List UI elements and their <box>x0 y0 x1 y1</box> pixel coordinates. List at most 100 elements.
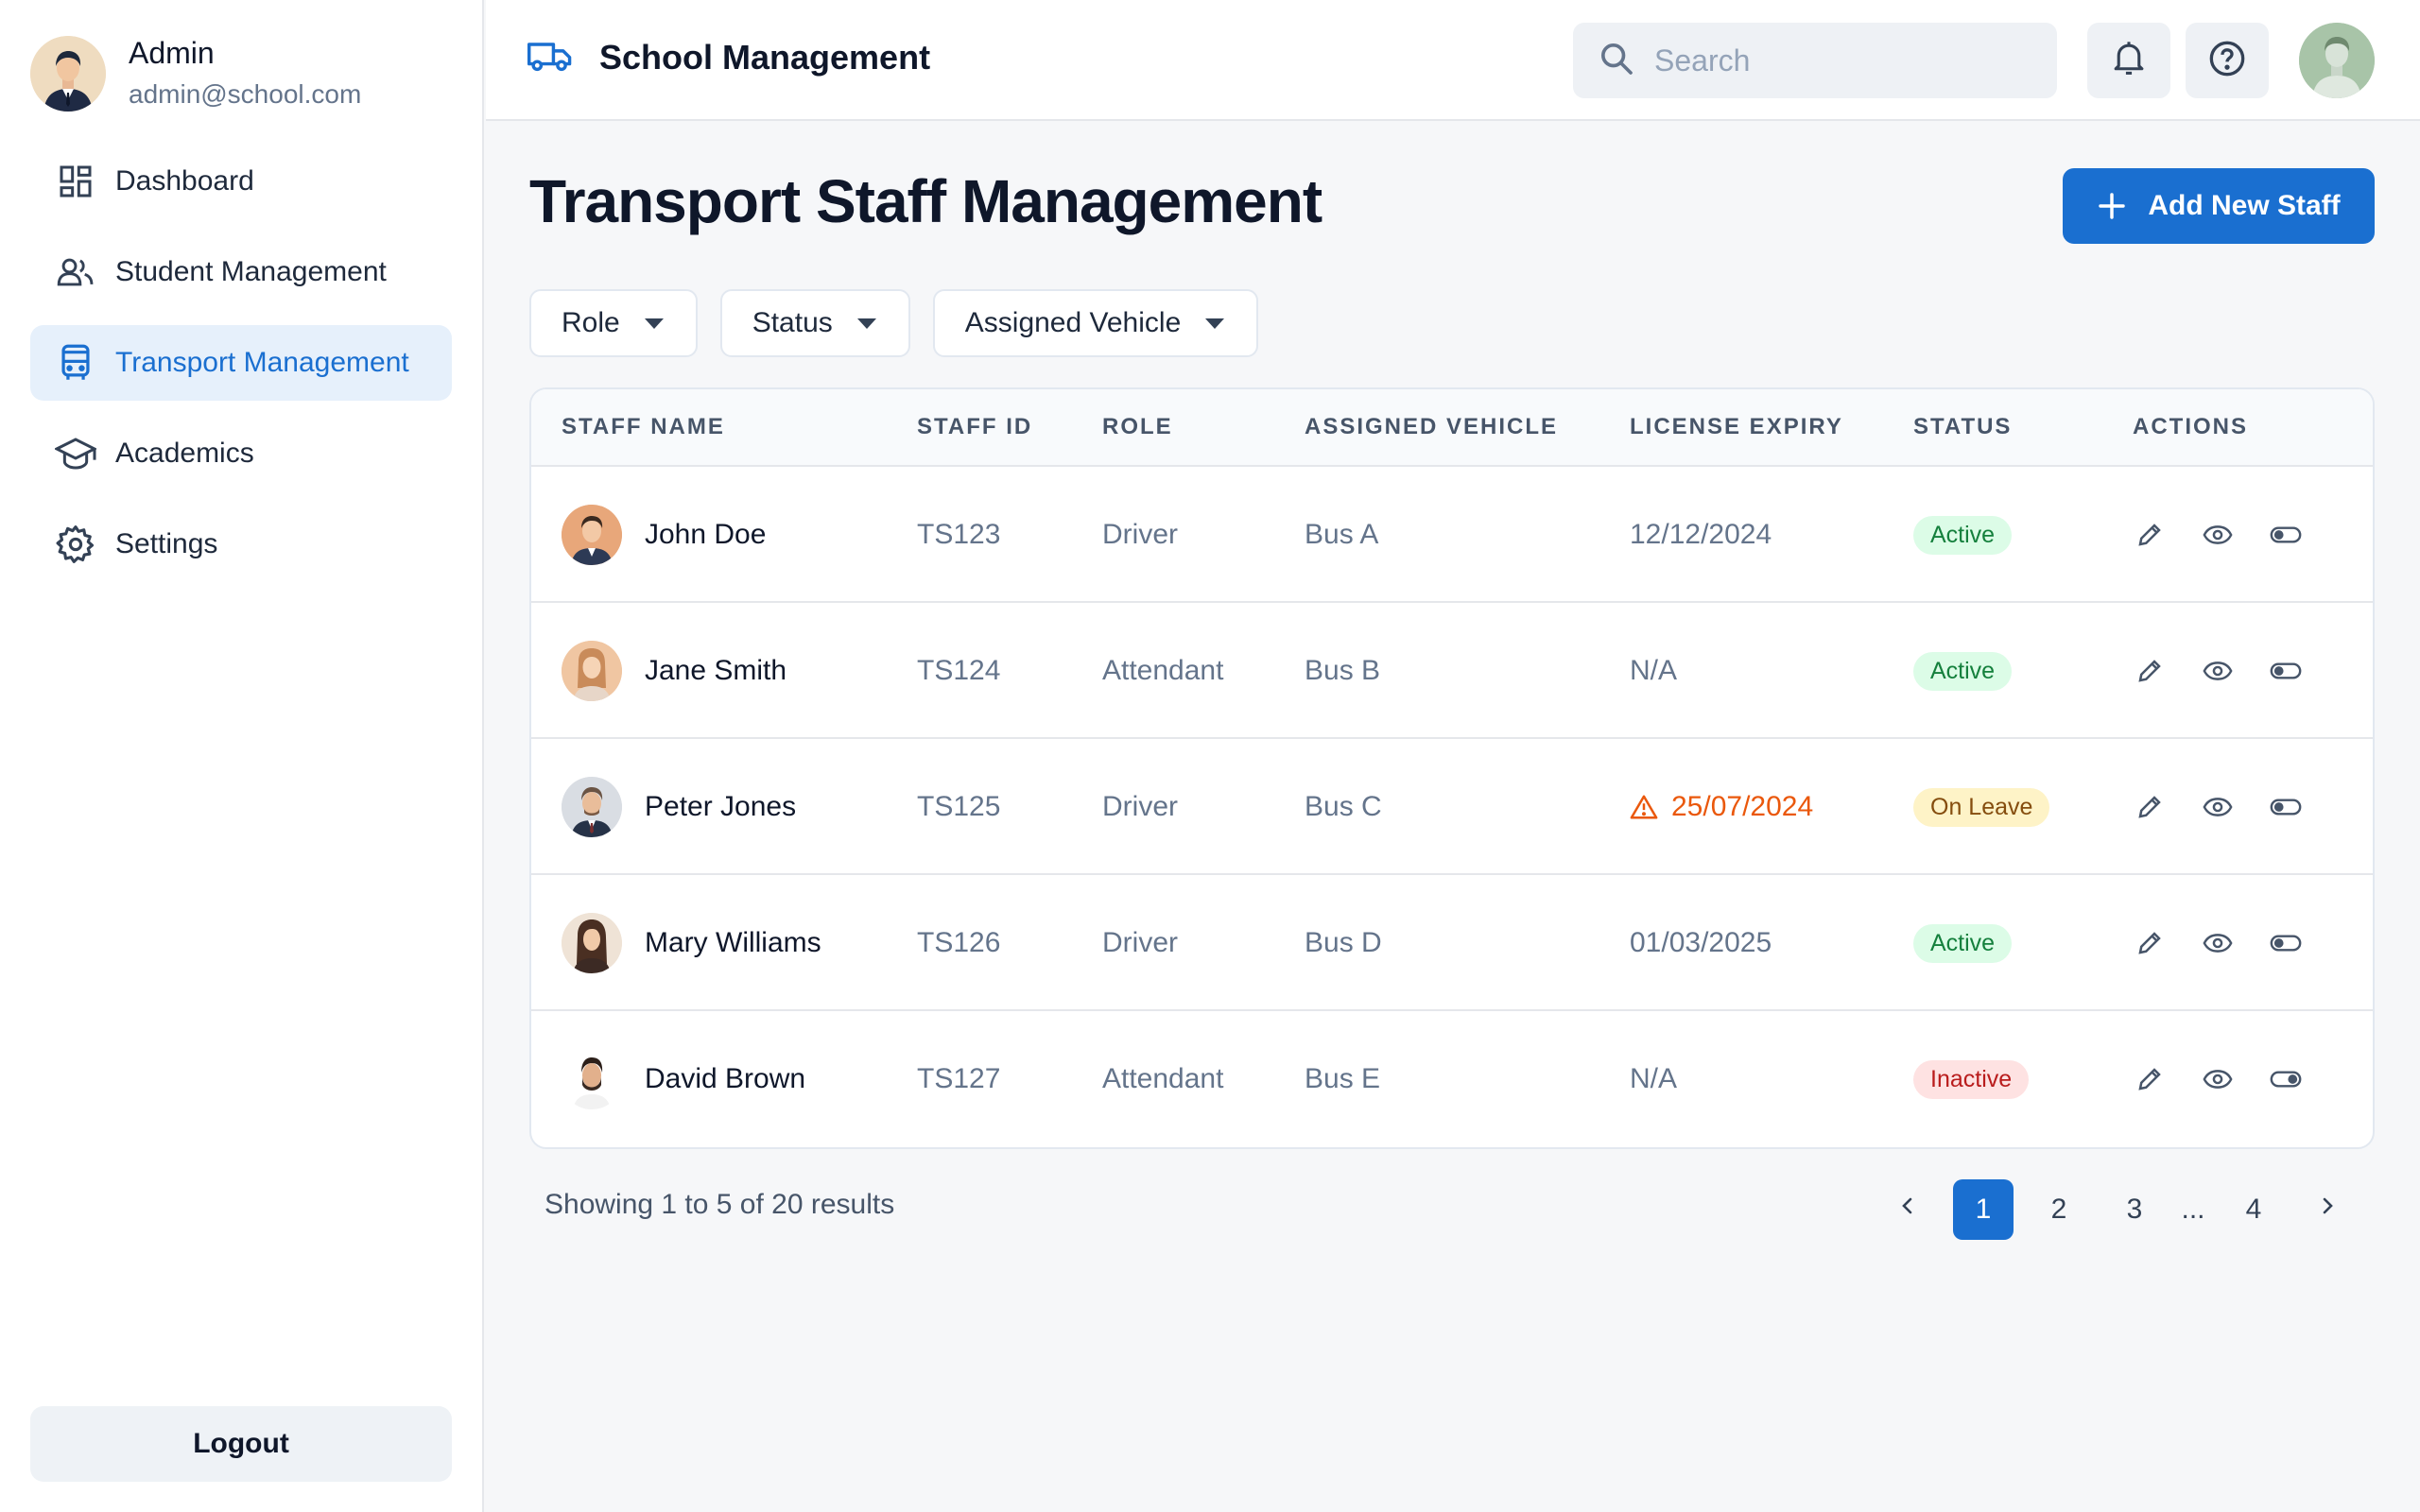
edit-icon[interactable] <box>2133 518 2167 552</box>
sidebar-item-label: Transport Management <box>115 347 409 378</box>
sidebar-item-label: Student Management <box>115 256 387 287</box>
toggle-icon[interactable] <box>2269 1062 2303 1096</box>
staff-avatar <box>562 1049 622 1109</box>
toggle-icon[interactable] <box>2269 518 2303 552</box>
sidebar: Admin admin@school.com Dashboard Student… <box>0 0 484 1512</box>
search-box <box>1573 23 2057 98</box>
admin-email: admin@school.com <box>129 79 362 109</box>
sidebar-item-academics[interactable]: Academics <box>30 416 452 491</box>
filter-bar: Role Status Assigned Vehicle <box>529 289 1281 357</box>
assigned-vehicle-filter[interactable]: Assigned Vehicle <box>932 289 1259 357</box>
admin-name: Admin <box>129 36 215 70</box>
staff-id: TS127 <box>917 1063 1001 1094</box>
view-icon[interactable] <box>2201 1062 2235 1096</box>
license-expiry: 25/07/2024 <box>1671 791 1814 822</box>
notifications-button[interactable] <box>2087 23 2170 98</box>
staff-role: Attendant <box>1102 1063 1224 1094</box>
view-icon[interactable] <box>2201 654 2235 688</box>
admin-avatar <box>30 36 106 112</box>
sidebar-item-dashboard[interactable]: Dashboard <box>30 144 452 219</box>
sidebar-item-transport-management[interactable]: Transport Management <box>30 325 452 401</box>
table-row: Jane Smith TS124 Attendant Bus B N/A Act… <box>531 601 2373 737</box>
page-1-button[interactable]: 1 <box>1953 1179 2014 1240</box>
results-summary: Showing 1 to 5 of 20 results <box>544 1189 895 1220</box>
staff-role: Attendant <box>1102 655 1224 686</box>
assigned-vehicle: Bus E <box>1305 1063 1381 1094</box>
edit-icon[interactable] <box>2133 926 2167 960</box>
assigned-vehicle: Bus A <box>1305 519 1379 550</box>
chevron-right-icon <box>2316 1193 2339 1227</box>
staff-avatar <box>562 777 622 837</box>
status-badge: Active <box>1913 515 2013 555</box>
table-row: Mary Williams TS126 Driver Bus D 01/03/2… <box>531 873 2373 1009</box>
edit-icon[interactable] <box>2133 1062 2167 1096</box>
admin-profile: Admin admin@school.com <box>30 34 361 113</box>
page-4-button[interactable]: 4 <box>2223 1179 2284 1240</box>
chevron-down-icon <box>856 318 876 329</box>
chevron-left-icon <box>1896 1193 1919 1227</box>
sidebar-item-student-management[interactable]: Student Management <box>30 234 452 310</box>
status-filter[interactable]: Status <box>719 289 910 357</box>
toggle-icon[interactable] <box>2269 926 2303 960</box>
search-icon <box>1598 40 1635 82</box>
next-page-button[interactable] <box>2308 1179 2346 1240</box>
license-expiry: 12/12/2024 <box>1630 519 1772 550</box>
pagination-ellipsis: ... <box>2181 1194 2205 1225</box>
staff-table: STAFF NAME STAFF ID ROLE ASSIGNED VEHICL… <box>529 387 2375 1149</box>
page-3-button[interactable]: 3 <box>2104 1179 2165 1240</box>
staff-name: Peter Jones <box>645 791 797 822</box>
column-header-actions: ACTIONS <box>2133 414 2248 439</box>
dashboard-icon <box>55 161 96 202</box>
edit-icon[interactable] <box>2133 654 2167 688</box>
column-header-staff-name: STAFF NAME <box>562 414 725 439</box>
staff-id: TS123 <box>917 519 1001 550</box>
view-icon[interactable] <box>2201 926 2235 960</box>
assigned-vehicle: Bus B <box>1305 655 1381 686</box>
staff-avatar <box>562 641 622 701</box>
view-icon[interactable] <box>2201 790 2235 824</box>
help-icon <box>2208 40 2246 82</box>
status-badge: Inactive <box>1913 1059 2030 1099</box>
status-badge: Active <box>1913 651 2013 691</box>
logout-button[interactable]: Logout <box>30 1406 452 1482</box>
gear-icon <box>55 524 96 565</box>
column-header-status: STATUS <box>1913 414 2013 439</box>
staff-name: Mary Williams <box>645 927 821 958</box>
add-new-staff-button[interactable]: Add New Staff <box>2063 168 2375 244</box>
table-header: STAFF NAME STAFF ID ROLE ASSIGNED VEHICL… <box>531 389 2373 465</box>
license-expiry: 01/03/2025 <box>1630 927 1772 958</box>
staff-role: Driver <box>1102 519 1178 550</box>
table-row: David Brown TS127 Attendant Bus E N/A In… <box>531 1009 2373 1145</box>
page-2-button[interactable]: 2 <box>2029 1179 2089 1240</box>
warning-icon <box>1630 794 1658 820</box>
sidebar-nav: Dashboard Student Management Transport M… <box>30 144 452 597</box>
column-header-role: ROLE <box>1102 414 1173 439</box>
user-avatar[interactable] <box>2299 23 2375 98</box>
bell-icon <box>2111 40 2147 82</box>
previous-page-button[interactable] <box>1889 1179 1927 1240</box>
assigned-vehicle: Bus D <box>1305 927 1382 958</box>
sidebar-item-settings[interactable]: Settings <box>30 507 452 582</box>
role-filter-label: Role <box>562 307 620 338</box>
column-header-staff-id: STAFF ID <box>917 414 1033 439</box>
toggle-icon[interactable] <box>2269 654 2303 688</box>
column-header-license-expiry: LICENSE EXPIRY <box>1630 414 1843 439</box>
staff-id: TS126 <box>917 927 1001 958</box>
role-filter[interactable]: Role <box>529 289 698 357</box>
graduation-cap-icon <box>55 433 96 474</box>
view-icon[interactable] <box>2201 518 2235 552</box>
license-expiry: N/A <box>1630 655 1678 686</box>
chevron-down-icon <box>644 318 664 329</box>
sidebar-item-label: Dashboard <box>115 165 254 197</box>
status-badge: Active <box>1913 923 2013 963</box>
staff-role: Driver <box>1102 791 1178 822</box>
help-button[interactable] <box>2186 23 2269 98</box>
staff-avatar <box>562 505 622 565</box>
plus-icon <box>2097 191 2127 221</box>
search-input[interactable] <box>1654 43 2032 78</box>
sidebar-item-label: Academics <box>115 438 254 469</box>
edit-icon[interactable] <box>2133 790 2167 824</box>
toggle-icon[interactable] <box>2269 790 2303 824</box>
users-icon <box>55 251 96 293</box>
table-row: John Doe TS123 Driver Bus A 12/12/2024 A… <box>531 465 2373 601</box>
